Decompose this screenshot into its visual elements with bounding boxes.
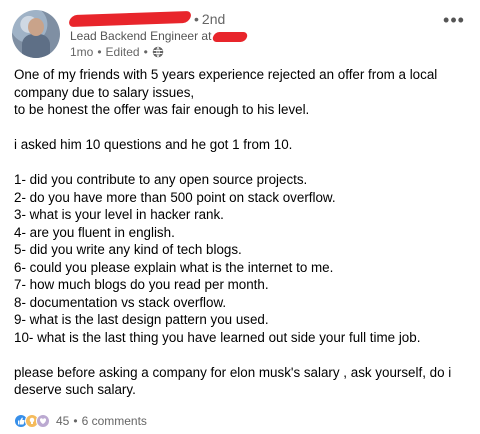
time-separator-2: • <box>143 45 148 59</box>
time-separator: • <box>97 45 102 59</box>
reaction-icons[interactable] <box>14 414 50 428</box>
globe-icon <box>152 46 164 58</box>
heart-hand-icon <box>39 418 47 424</box>
avatar-head <box>28 18 44 36</box>
question-item: 6- could you please explain what is the … <box>14 259 334 275</box>
author-headline: Lead Backend Engineer at <box>70 28 412 44</box>
edited-label: Edited <box>105 45 140 59</box>
linkedin-post: • 2nd Lead Backend Engineer at 1mo • Edit… <box>0 0 480 434</box>
stats-separator: • <box>73 414 78 428</box>
reaction-count[interactable]: 45 <box>56 414 69 428</box>
intro-line: company due to salary issues, <box>14 84 195 100</box>
ellipsis-icon[interactable]: ••• <box>438 8 470 32</box>
intro-line: One of my friends with 5 years experienc… <box>14 67 438 82</box>
question-item: 1- did you contribute to any open source… <box>14 172 308 187</box>
question-item: 7- how much blogs do you read per month. <box>14 277 269 292</box>
support-reaction-icon <box>36 414 50 428</box>
connection-degree: • 2nd <box>194 11 225 27</box>
degree-label: 2nd <box>201 11 226 27</box>
question-item: 8- documentation vs stack overflow. <box>14 294 227 310</box>
redacted-author-name[interactable] <box>67 10 193 28</box>
post-time[interactable]: 1mo <box>70 44 93 60</box>
question-item: 10- what is the last thing you have lear… <box>14 329 421 345</box>
author-meta: • 2nd Lead Backend Engineer at 1mo • Edit… <box>67 10 412 60</box>
engagement-stats: 45 • 6 comments <box>56 414 147 428</box>
question-item: 4- are you fluent in english. <box>14 224 175 240</box>
questions-list: 1- did you contribute to any open source… <box>14 171 466 346</box>
author-avatar[interactable] <box>12 10 60 58</box>
intro-paragraph: One of my friends with 5 years experienc… <box>14 66 466 119</box>
intro-line: to be honest the offer was fair enough t… <box>14 102 310 117</box>
lightbulb-icon <box>29 417 35 424</box>
closing-paragraph: please before asking a company for elon … <box>14 364 466 399</box>
comments-count[interactable]: 6 comments <box>82 414 147 428</box>
summary-line: i asked him 10 questions and he got 1 fr… <box>14 137 293 152</box>
question-item: 5- did you write any kind of tech blogs. <box>14 242 242 257</box>
avatar-shirt <box>22 34 50 58</box>
post-timestamp-row: 1mo • Edited • <box>70 44 412 60</box>
headline-text: Lead Backend Engineer at <box>70 29 212 43</box>
question-item: 3- what is your level in hacker rank. <box>14 207 224 222</box>
degree-bullet: • <box>194 11 199 27</box>
question-item: 9- what is the last design pattern you u… <box>14 312 269 327</box>
author-name-row: • 2nd <box>67 10 412 28</box>
social-counts: 45 • 6 comments <box>14 412 147 430</box>
redacted-company <box>212 31 249 42</box>
summary-paragraph: i asked him 10 questions and he got 1 fr… <box>14 136 466 154</box>
closing-line: please before asking a company for elon … <box>14 364 452 380</box>
post-header: • 2nd Lead Backend Engineer at 1mo • Edit… <box>8 8 472 60</box>
question-item: 2- do you have more than 500 point on st… <box>14 189 336 205</box>
thumbs-up-icon <box>18 417 25 425</box>
closing-line: deserve such salary. <box>14 382 136 397</box>
post-body: One of my friends with 5 years experienc… <box>14 66 466 399</box>
